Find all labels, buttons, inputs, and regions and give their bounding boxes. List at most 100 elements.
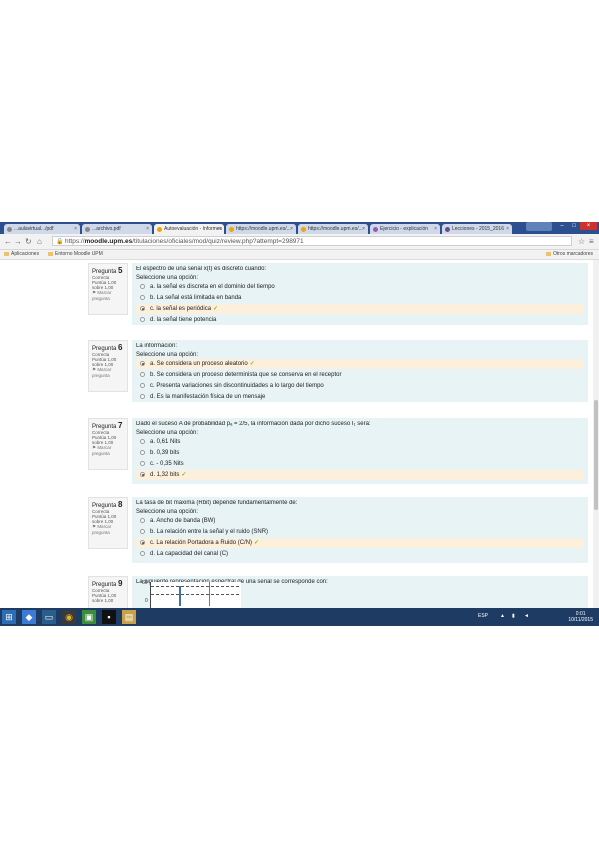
other-bookmarks[interactable]: Otros marcadores [545,250,593,259]
tab-3-active[interactable]: Autoevaluación - Informes × [154,224,224,234]
radio-button[interactable] [140,372,145,377]
radio-button[interactable] [140,394,145,399]
radio-button[interactable] [140,284,145,289]
radio-button[interactable] [140,383,145,388]
answer-option[interactable]: a. la señal es discreta en el dominio de… [136,282,584,292]
close-tab-icon[interactable]: × [290,224,293,234]
answer-option[interactable]: b. La relación entre la señal y el ruido… [136,527,584,537]
url-prefix: https:// [65,238,85,245]
chrome-icon[interactable]: ◉ [62,610,76,624]
page-scrollbar[interactable] [593,260,599,608]
question-box-7: Dado el suceso A de probabilidad pₐ = 2/… [132,418,588,484]
tab-7[interactable]: Lecciones - 2015_2016 × [442,224,512,234]
flag-question-link[interactable]: ⚑ Marcar pregunta [92,367,124,378]
home-icon[interactable]: ⌂ [37,237,42,246]
answer-option-selected[interactable]: c. La relación Portadora a Ruido (C/N) ✓ [136,538,584,548]
explorer-icon[interactable]: ▭ [42,610,56,624]
close-tab-icon[interactable]: × [506,224,509,234]
keyboard-language[interactable]: ESP [478,613,488,619]
option-label: c. La relación Portadora a Ruido (C/N) [150,540,253,546]
address-bar[interactable]: 🔒 https://moodle.upm.es/titulaciones/ofi… [52,236,572,246]
bookmark-apps[interactable]: Aplicaciones [4,250,39,259]
radio-button[interactable] [140,317,145,322]
radio-button[interactable] [140,295,145,300]
answer-option-selected[interactable]: d. 1,32 bits ✓ [136,470,584,480]
answer-option[interactable]: d. Es la manifestación física de un mens… [136,392,584,402]
radio-button-selected[interactable] [140,472,145,477]
question-info-9: Pregunta 9 Correcta Puntúa 1,00 sobre 1,… [88,576,128,608]
radio-button[interactable] [140,529,145,534]
radio-button[interactable] [140,439,145,444]
folder-icon [48,251,53,256]
forward-arrow-icon[interactable]: → [14,237,22,246]
volume-icon[interactable]: ◄ [524,613,529,619]
network-icon[interactable]: ▲ [500,613,505,619]
answer-option[interactable]: d. la señal tiene potencia [136,315,584,325]
terminal-icon[interactable]: ▪ [102,610,116,624]
radio-button[interactable] [140,461,145,466]
system-clock[interactable]: 0:01 10/11/2015 [568,611,593,623]
maximize-button[interactable]: □ [568,222,580,230]
radio-button-selected[interactable] [140,540,145,545]
answer-option[interactable]: a. 0,61 Nits [136,437,584,447]
close-tab-icon[interactable]: × [362,224,365,234]
bookmark-label: Aplicaciones [11,251,40,257]
close-tab-icon[interactable]: × [146,224,149,234]
tab-5[interactable]: https://moodle.upm.es/... × [298,224,368,234]
answer-option-selected[interactable]: c. la señal es periódica ✓ [136,304,584,314]
bookmark-star-icon[interactable]: ☆ [578,237,585,246]
question-text: La información: [136,343,178,349]
answer-option[interactable]: b. 0,39 bits [136,448,584,458]
answer-prompt: Seleccione una opción: [136,430,199,436]
question-number: Pregunta 6 [92,343,123,352]
answer-option[interactable]: c. - 0,35 Nits [136,459,584,469]
radio-button-selected[interactable] [140,361,145,366]
app-icon[interactable]: ▣ [82,610,96,624]
minimize-button[interactable]: – [556,222,568,230]
option-label: c. la señal es periódica [150,306,212,312]
answer-option[interactable]: b. Se considera un proceso determinista … [136,370,584,380]
question-number: Pregunta 5 [92,266,123,275]
answer-option[interactable]: d. La capacidad del canal (C) [136,549,584,559]
checkmark-icon: ✓ [181,472,187,478]
close-tab-icon[interactable]: × [218,224,221,234]
radio-button[interactable] [140,518,145,523]
question-box-6: La información: Seleccione una opción: a… [132,340,588,402]
bookmark-moodle[interactable]: Entorno Moodle UPM [48,250,103,259]
user-profile-button[interactable] [526,222,552,231]
answer-option[interactable]: c. Presenta variaciones sin discontinuid… [136,381,584,391]
flag-question-link[interactable]: ⚑ Marcar pregunta [92,445,124,456]
folder-icon [545,251,551,256]
tab-4[interactable]: https://moodle.upm.es/... × [226,224,296,234]
reload-icon[interactable]: ↻ [25,237,32,246]
flag-question-link[interactable]: ⚑ Marcar pregunta [92,524,124,535]
dropbox-icon[interactable]: ◆ [22,610,36,624]
radio-button[interactable] [140,551,145,556]
answer-option[interactable]: a. Ancho de banda (BW) [136,516,584,526]
grid-line [151,586,239,587]
battery-icon[interactable]: ▮ [512,613,515,619]
answer-option-selected[interactable]: a. Se considera un proceso aleatorio ✓ [136,359,584,369]
back-arrow-icon[interactable]: ← [4,237,12,246]
flag-question-link[interactable]: ⚑ Marcar pregunta [92,290,124,301]
radio-button[interactable] [140,450,145,455]
scrollbar-thumb[interactable] [594,400,598,510]
close-window-button[interactable]: × [580,222,597,230]
tab-label: https://moodle.upm.es/... [308,226,363,232]
clock-date: 10/11/2015 [568,617,593,623]
folder-icon[interactable]: ▤ [122,610,136,624]
moodle-favicon-icon [229,227,234,232]
question-grade: Puntúa 1,00 sobre 1,00 [92,435,117,445]
quiz-review-page: Pregunta 5 Correcta Puntúa 1,00 sobre 1,… [0,260,599,608]
start-button-icon[interactable]: ⊞ [2,610,16,624]
tab-2[interactable]: ...archivo.pdf × [82,224,152,234]
close-tab-icon[interactable]: × [74,224,77,234]
flag-icon: ⚑ [92,524,97,529]
menu-icon[interactable]: ≡ [589,237,594,246]
tab-6[interactable]: Ejercicio - explicación × [370,224,440,234]
answer-option[interactable]: b. La señal está limitada en banda [136,293,584,303]
tab-1[interactable]: ...aulavirtual.../pdf × [4,224,80,234]
close-tab-icon[interactable]: × [434,224,437,234]
radio-button-selected[interactable] [140,306,145,311]
question-grade: Puntúa 1,00 sobre 1,00 [92,593,117,603]
